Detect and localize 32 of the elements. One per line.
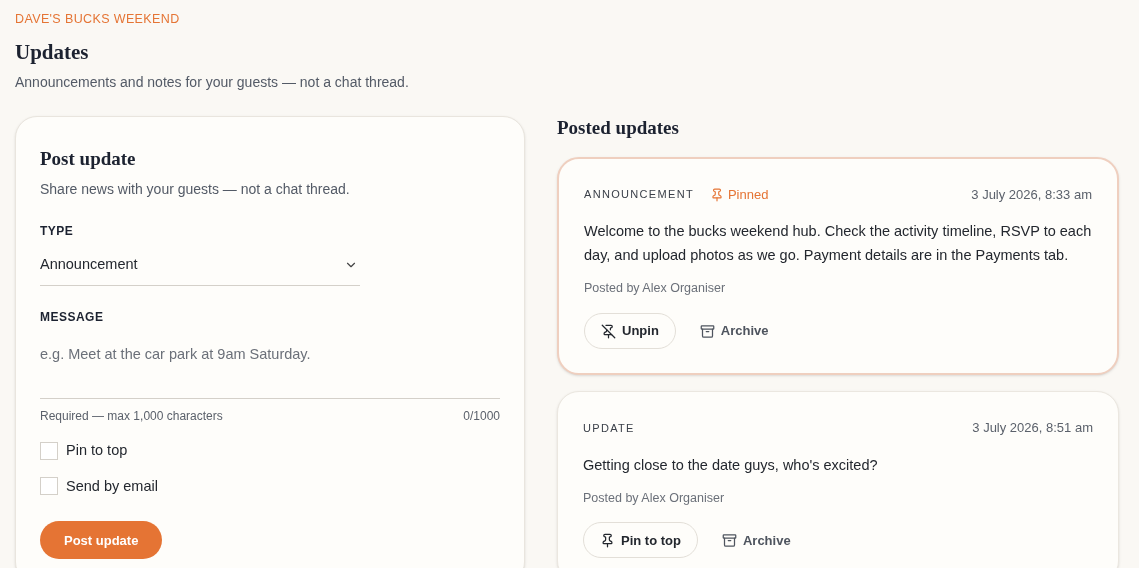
message-label: MESSAGE — [40, 308, 105, 326]
update-type: ANNOUNCEMENT — [584, 187, 694, 203]
pin-icon — [709, 187, 724, 202]
event-name: DAVE'S BUCKS WEEKEND — [15, 11, 181, 28]
update-message: Welcome to the bucks weekend hub. Check the activity timeline, RSVP to each day, and upload photos as we go. Payment details are in the Payments tab. — [584, 222, 1092, 266]
archive-icon — [721, 532, 737, 548]
archive-icon — [699, 323, 715, 339]
form-subtitle: Share news with your guests — not a chat thread. — [40, 179, 351, 199]
update-author: Posted by Alex Organiser — [584, 280, 727, 298]
checkbox[interactable] — [40, 477, 58, 496]
type-label: TYPE — [40, 222, 75, 240]
archive-button[interactable]: Archive — [699, 321, 769, 341]
checkbox[interactable] — [40, 441, 58, 460]
character-count: 0/1000 — [463, 407, 500, 425]
unpin-icon — [601, 323, 616, 339]
section-title: Posted updates — [557, 116, 680, 141]
update-time: 3 July 2026, 8:33 am — [971, 185, 1092, 204]
type-select[interactable]: Announcement — [40, 251, 360, 286]
update-author: Posted by Alex Organiser — [583, 489, 726, 507]
message-field[interactable]: e.g. Meet at the car park at 9am Saturday. — [40, 343, 500, 399]
update-time: 3 July 2026, 8:51 am — [972, 419, 1093, 437]
update-message: Getting close to the date guys, who's excited? — [583, 455, 879, 475]
form-title: Post update — [40, 147, 137, 172]
page-title: Updates — [15, 38, 90, 66]
pinned-label: Pinned — [727, 185, 769, 204]
message-hint: Required — max 1,000 characters — [40, 407, 223, 425]
page-subtitle: Announcements and notes for your guests — not a chat thread. — [15, 73, 410, 93]
checkbox-label: Pin to top — [66, 440, 128, 460]
update-type: UPDATE — [583, 420, 635, 436]
pin-icon — [600, 532, 615, 548]
checkbox-label: Send by email — [66, 476, 158, 496]
archive-button[interactable]: Archive — [721, 530, 791, 550]
